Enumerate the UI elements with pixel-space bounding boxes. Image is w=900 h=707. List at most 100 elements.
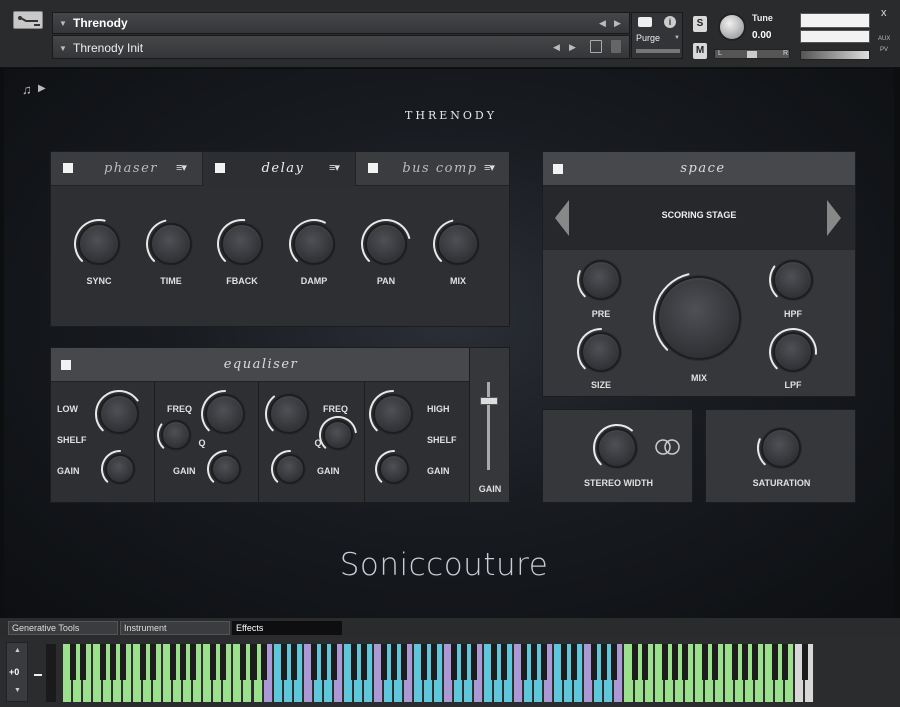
eq-high-gain-knob[interactable] [375, 450, 409, 484]
space-size-knob[interactable] [577, 328, 621, 372]
black-key[interactable] [531, 644, 538, 680]
black-key[interactable] [100, 644, 107, 680]
space-mix-knob[interactable] [653, 273, 741, 360]
black-key[interactable] [611, 644, 618, 680]
prev-instrument-icon[interactable]: ◀ [599, 18, 606, 29]
save-icon[interactable] [590, 40, 602, 53]
black-key[interactable] [260, 644, 267, 680]
black-key[interactable] [661, 644, 668, 680]
black-key[interactable] [771, 644, 778, 680]
prev-preset-icon[interactable]: ◀ [553, 42, 560, 53]
black-key[interactable] [330, 644, 337, 680]
black-key[interactable] [471, 644, 478, 680]
piano-keyboard[interactable] [63, 644, 815, 702]
instrument-name[interactable]: Threnody [73, 16, 128, 30]
tab-instrument[interactable]: Instrument [120, 621, 230, 635]
eq-low-freq-knob[interactable] [95, 390, 139, 434]
black-key[interactable] [310, 644, 317, 680]
solo-button[interactable]: S [693, 16, 707, 32]
next-preset-icon[interactable]: ▶ [569, 42, 576, 53]
tab-effects[interactable]: Effects [232, 621, 342, 635]
black-key[interactable] [701, 644, 708, 680]
delete-icon[interactable] [611, 40, 621, 53]
black-key[interactable] [150, 644, 157, 680]
black-key[interactable] [360, 644, 367, 680]
music-note-icon[interactable]: ♫ [22, 82, 32, 97]
mute-button[interactable]: M [693, 43, 707, 59]
volume-slider[interactable] [800, 50, 870, 60]
eq-lowmid-gain-knob[interactable] [207, 450, 241, 484]
black-key[interactable] [781, 644, 788, 680]
tab-generative-tools[interactable]: Generative Tools [8, 621, 118, 635]
pv-label[interactable]: PV [880, 47, 888, 53]
black-key[interactable] [320, 644, 327, 680]
black-key[interactable] [491, 644, 498, 680]
black-key[interactable] [681, 644, 688, 680]
octave-down-icon[interactable]: ▼ [14, 687, 21, 694]
expand-arrow-icon[interactable]: ▶ [38, 83, 46, 94]
delay-sync-knob[interactable] [74, 219, 120, 265]
next-instrument-icon[interactable]: ▶ [614, 18, 621, 29]
delay-enable-checkbox[interactable] [215, 163, 225, 173]
black-key[interactable] [190, 644, 197, 680]
collapse-arrow-icon[interactable]: ▼ [59, 19, 67, 28]
delay-damp-knob[interactable] [289, 219, 335, 265]
instrument-name-bar[interactable]: ▼ Threnody ◀ ▶ [52, 12, 630, 34]
black-key[interactable] [751, 644, 758, 680]
phaser-menu-icon[interactable]: ≡▾ [176, 161, 187, 174]
black-key[interactable] [461, 644, 468, 680]
eq-low-gain-knob[interactable] [101, 450, 135, 484]
black-key[interactable] [671, 644, 678, 680]
bus-comp-menu-icon[interactable]: ≡▾ [484, 161, 495, 174]
phaser-enable-checkbox[interactable] [63, 163, 73, 173]
tab-phaser[interactable]: phaser ≡▾ [51, 152, 203, 186]
preset-name[interactable]: Threnody Init [73, 41, 143, 55]
eq-highmid-gain-knob[interactable] [271, 450, 305, 484]
next-space-preset-icon[interactable] [827, 200, 841, 236]
preset-name-bar[interactable]: ▼ Threnody Init ◀ ▶ [52, 35, 630, 59]
black-key[interactable] [501, 644, 508, 680]
delay-fback-knob[interactable] [217, 219, 263, 265]
delay-time-knob[interactable] [146, 219, 192, 265]
black-key[interactable] [240, 644, 247, 680]
mod-wheel[interactable] [46, 644, 56, 702]
purge-dropdown[interactable]: Purge [636, 33, 660, 43]
black-key[interactable] [561, 644, 568, 680]
space-enable-checkbox[interactable] [553, 164, 563, 174]
eq-high-freq-knob[interactable] [369, 390, 413, 434]
purge-arrow-icon[interactable]: ▼ [674, 35, 680, 41]
black-key[interactable] [641, 644, 648, 680]
delay-pan-knob[interactable] [361, 219, 411, 265]
black-key[interactable] [390, 644, 397, 680]
aux-label[interactable]: AUX [878, 36, 890, 42]
close-icon[interactable]: x [881, 7, 887, 19]
black-key[interactable] [601, 644, 608, 680]
black-key[interactable] [210, 644, 217, 680]
eq-gain-fader[interactable] [480, 397, 498, 405]
preset-menu-arrow-icon[interactable]: ▼ [59, 44, 67, 53]
space-preset-name[interactable]: SCORING STAGE [603, 210, 795, 220]
black-key[interactable] [110, 644, 117, 680]
black-key[interactable] [280, 644, 287, 680]
bus-comp-enable-checkbox[interactable] [368, 163, 378, 173]
space-hpf-knob[interactable] [769, 260, 813, 300]
pitch-wheel-indicator[interactable] [34, 674, 42, 676]
black-key[interactable] [400, 644, 407, 680]
stereo-link-icon[interactable] [653, 437, 683, 457]
eq-lowmid-q-knob[interactable] [157, 420, 191, 450]
black-key[interactable] [170, 644, 177, 680]
black-key[interactable] [451, 644, 458, 680]
black-key[interactable] [521, 644, 528, 680]
wrench-icon[interactable] [13, 11, 43, 29]
camera-icon[interactable] [638, 17, 652, 27]
black-key[interactable] [731, 644, 738, 680]
prev-space-preset-icon[interactable] [555, 200, 569, 236]
eq-highmid-q-knob[interactable] [319, 416, 357, 450]
octave-up-icon[interactable]: ▲ [14, 647, 21, 654]
eq-lowmid-freq-knob[interactable] [201, 390, 245, 434]
black-key[interactable] [80, 644, 87, 680]
space-lpf-knob[interactable] [769, 328, 817, 372]
eq-highmid-freq-knob[interactable] [265, 394, 309, 434]
black-key[interactable] [250, 644, 257, 680]
pan-slider[interactable]: L R [714, 49, 790, 59]
